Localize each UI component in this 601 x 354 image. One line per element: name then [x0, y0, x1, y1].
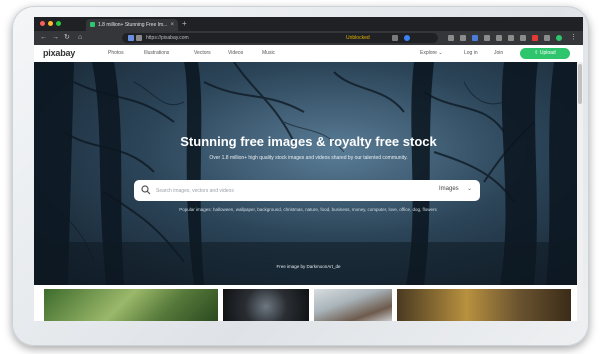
share-icon[interactable]: [392, 35, 398, 41]
new-tab-button[interactable]: +: [182, 18, 187, 30]
extension-icon[interactable]: [404, 35, 410, 41]
reload-icon[interactable]: ↻: [64, 32, 70, 44]
hero-banner: Stunning free images & royalty free stoc…: [34, 62, 583, 285]
tab-close-icon[interactable]: ×: [170, 19, 174, 31]
image-thumbnail[interactable]: [314, 289, 392, 321]
search-type-select[interactable]: Images: [439, 186, 459, 192]
nav-vectors[interactable]: Vectors: [194, 50, 211, 56]
chevron-down-icon[interactable]: ⌄: [467, 185, 472, 192]
extension-icon[interactable]: [496, 35, 502, 41]
hero-title: Stunning free images & royalty free stoc…: [180, 134, 437, 149]
site-info-icon[interactable]: [128, 35, 134, 41]
browser-tab[interactable]: 1.8 million+ Stunning Free Im... ×: [86, 19, 178, 31]
forest-background-image: [34, 62, 583, 285]
login-link[interactable]: Log in: [464, 50, 478, 56]
minimize-window-icon[interactable]: [48, 21, 53, 26]
forward-icon[interactable]: →: [52, 32, 59, 44]
search-icon: [141, 185, 151, 195]
nav-photos[interactable]: Photos: [108, 50, 124, 56]
profile-avatar[interactable]: [556, 35, 562, 41]
image-credit[interactable]: Free image by DarkmoonArt_de: [34, 264, 583, 269]
browser-window: 1.8 million+ Stunning Free Im... × + ← →…: [34, 17, 583, 321]
nav-explore[interactable]: Explore ⌄: [420, 50, 443, 56]
image-thumbnail[interactable]: [397, 289, 571, 321]
extension-icon[interactable]: [448, 35, 454, 41]
nav-illustrations[interactable]: Illustrations: [144, 50, 169, 56]
tab-title: 1.8 million+ Stunning Free Im...: [98, 22, 168, 28]
back-icon[interactable]: ←: [40, 32, 47, 44]
nav-videos[interactable]: Videos: [228, 50, 243, 56]
unblocked-badge: Unblocked: [346, 35, 370, 41]
lock-icon: [136, 35, 142, 41]
upload-button[interactable]: ⇧ Upload: [520, 48, 570, 59]
maximize-window-icon[interactable]: [56, 21, 61, 26]
image-grid: [34, 285, 583, 321]
scrollbar[interactable]: [577, 62, 583, 321]
home-icon[interactable]: ⌂: [78, 32, 82, 44]
address-bar: ← → ↻ ⌂ https://pixabay.com Unblocked ⋮: [34, 31, 583, 45]
nav-music[interactable]: Music: [262, 50, 275, 56]
extension-icon[interactable]: [508, 35, 514, 41]
popular-searches[interactable]: Popular images: halloween, wallpaper, ba…: [144, 207, 472, 213]
menu-icon[interactable]: ⋮: [570, 32, 577, 44]
search-input[interactable]: [156, 184, 426, 197]
extension-icon[interactable]: [460, 35, 466, 41]
image-thumbnail[interactable]: [44, 289, 218, 321]
pixabay-favicon-icon: [90, 22, 95, 28]
hero-subtitle: Over 1.8 million+ high quality stock ima…: [209, 155, 408, 161]
tab-bar: 1.8 million+ Stunning Free Im... × +: [34, 17, 583, 31]
site-header: pixabay Photos Illustrations Vectors Vid…: [34, 45, 583, 62]
scrollbar-thumb[interactable]: [578, 64, 582, 104]
extension-icon[interactable]: [484, 35, 490, 41]
search-box: Images ⌄: [134, 180, 480, 201]
close-window-icon[interactable]: [40, 21, 45, 26]
url-bar[interactable]: https://pixabay.com Unblocked: [122, 33, 438, 43]
extension-icon[interactable]: [472, 35, 478, 41]
extension-icon[interactable]: [532, 35, 538, 41]
join-link[interactable]: Join: [494, 50, 503, 56]
url-text: https://pixabay.com: [146, 35, 189, 41]
extension-icon[interactable]: [520, 35, 526, 41]
extension-icon[interactable]: [544, 35, 550, 41]
image-thumbnail[interactable]: [223, 289, 309, 321]
pixabay-logo[interactable]: pixabay: [43, 48, 75, 58]
